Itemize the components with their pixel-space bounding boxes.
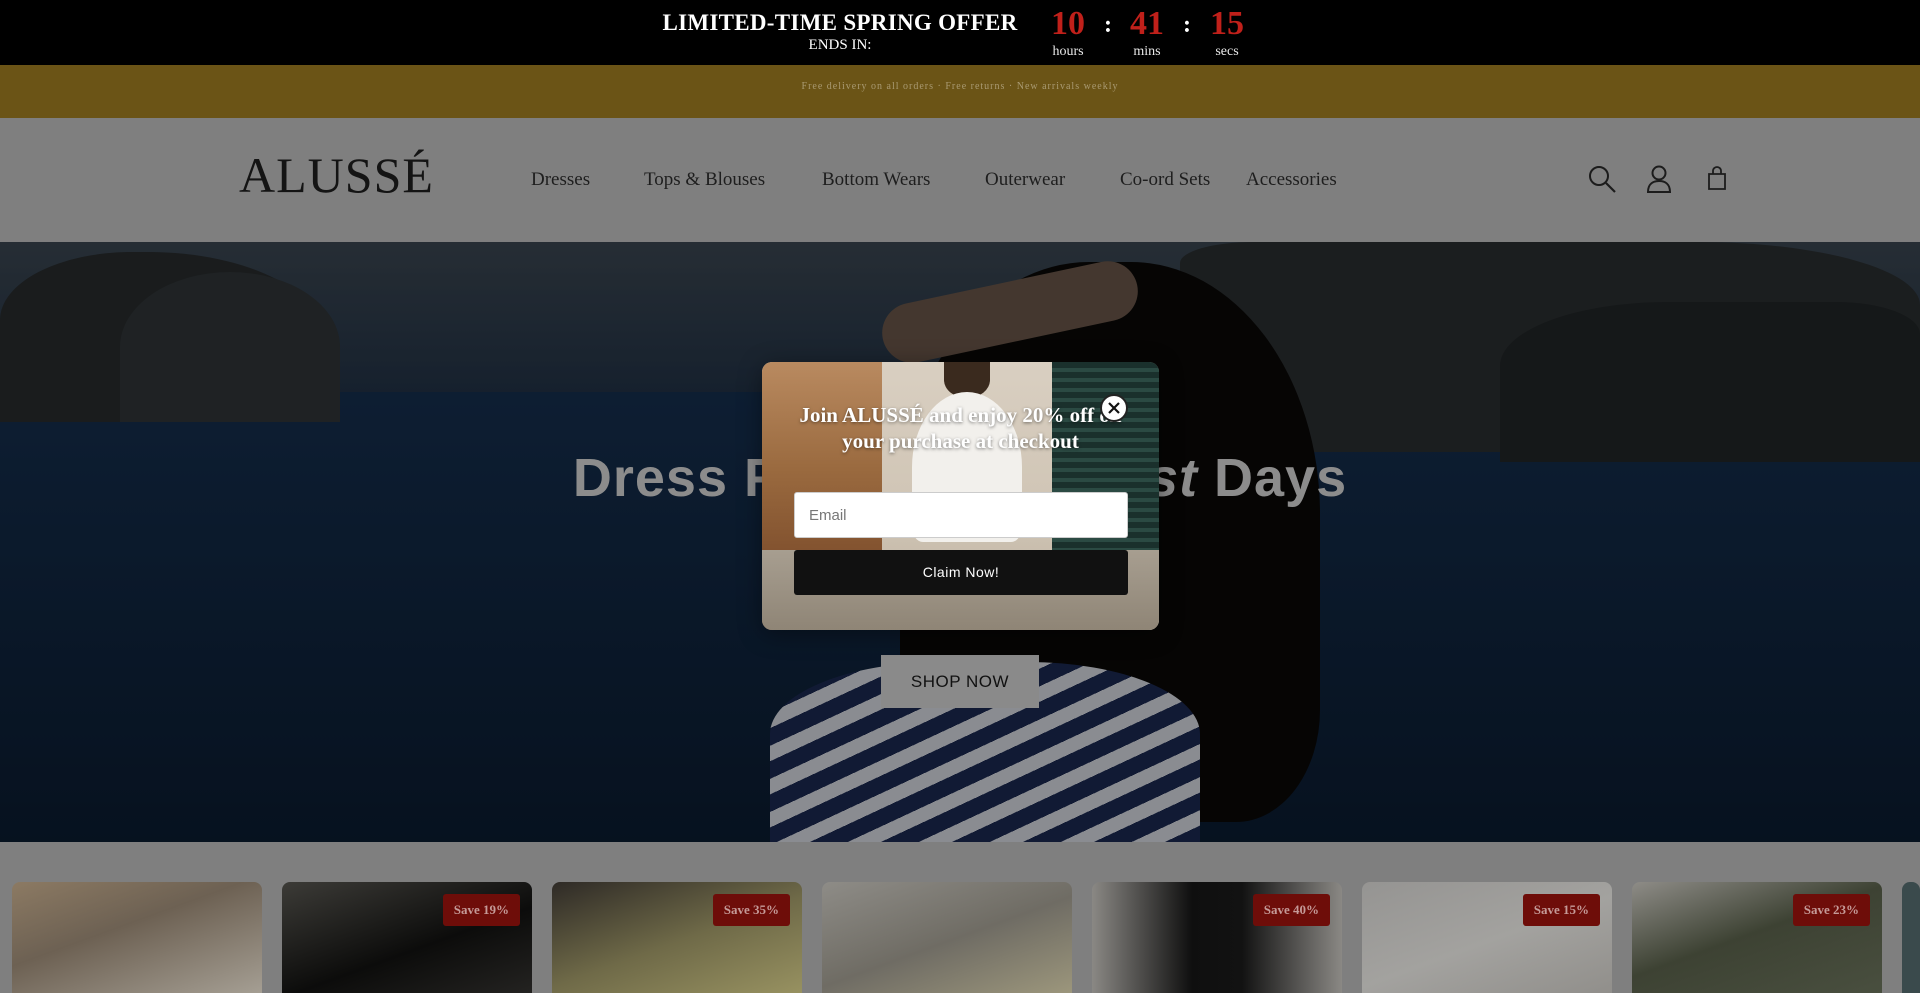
email-field[interactable] <box>794 492 1128 538</box>
popup-overlay: Join ALUSSÉ and enjoy 20% off on your pu… <box>0 0 1920 993</box>
popup-title: Join ALUSSÉ and enjoy 20% off on your pu… <box>799 403 1122 453</box>
claim-now-button[interactable]: Claim Now! <box>794 550 1128 595</box>
newsletter-popup: Join ALUSSÉ and enjoy 20% off on your pu… <box>762 362 1159 630</box>
close-icon[interactable] <box>1100 394 1128 422</box>
